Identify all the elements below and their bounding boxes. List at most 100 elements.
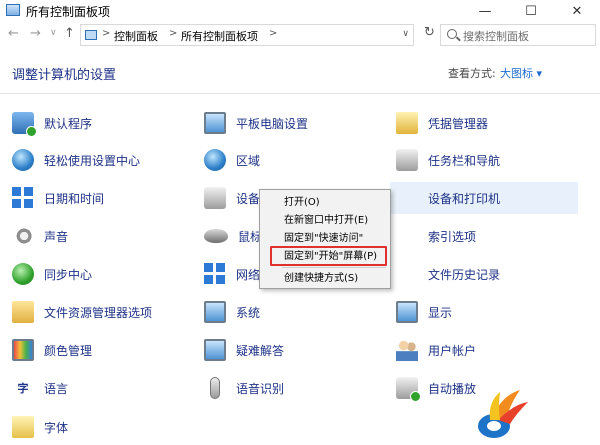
file-history-icon xyxy=(396,263,410,285)
breadcrumb-separator[interactable]: > xyxy=(169,28,177,39)
context-menu-create-shortcut[interactable]: 创建快捷方式(S) xyxy=(260,270,390,288)
refresh-icon[interactable]: ↻ xyxy=(424,25,435,40)
item-network[interactable]: 网络 xyxy=(204,258,260,290)
window-title: 所有控制面板项 xyxy=(26,5,111,19)
title-bar: 所有控制面板项 — ☐ ✕ xyxy=(0,0,600,22)
language-glyph: 字 xyxy=(17,382,29,395)
item-label: 显示 xyxy=(428,305,453,320)
context-menu-open[interactable]: 打开(O) xyxy=(260,194,390,212)
credential-manager-icon xyxy=(396,112,418,134)
display-icon xyxy=(396,301,418,323)
recent-locations-chevron-icon[interactable]: ∨ xyxy=(50,28,57,38)
item-label: 设备和打印机 xyxy=(428,191,501,206)
control-panel-icon xyxy=(6,4,20,16)
item-file-explorer-options[interactable]: 文件资源管理器选项 xyxy=(12,296,152,328)
item-language[interactable]: 字 语言 xyxy=(12,372,69,404)
maximize-button[interactable]: ☐ xyxy=(508,0,554,22)
address-dropdown-chevron-icon[interactable]: ∨ xyxy=(402,29,409,39)
item-device-manager[interactable]: 设备 xyxy=(204,182,260,214)
item-ease-of-access[interactable]: 轻松使用设置中心 xyxy=(12,144,140,176)
item-fonts[interactable]: 字体 xyxy=(12,411,68,443)
date-time-icon xyxy=(12,187,34,209)
sync-center-icon xyxy=(12,263,34,285)
breadcrumb-control-panel[interactable]: 控制面板 xyxy=(114,28,158,44)
item-taskbar-navigation[interactable]: 任务栏和导航 xyxy=(396,144,500,176)
taskbar-icon xyxy=(396,149,418,171)
up-arrow-icon[interactable]: ↑ xyxy=(64,26,75,41)
item-label: 默认程序 xyxy=(44,116,93,131)
item-credential-manager[interactable]: 凭据管理器 xyxy=(396,107,488,139)
content-header: 调整计算机的设置 查看方式: 大图标 ▾ xyxy=(0,48,600,94)
item-label: 网络 xyxy=(236,267,261,282)
item-label: 同步中心 xyxy=(44,267,93,282)
item-label: 用户帐户 xyxy=(428,343,477,358)
item-label: 凭据管理器 xyxy=(428,116,489,131)
item-region[interactable]: 区域 xyxy=(204,144,260,176)
sound-icon xyxy=(12,225,34,247)
user-accounts-icon xyxy=(396,339,418,361)
forward-arrow-icon[interactable]: → xyxy=(30,26,41,41)
search-input[interactable]: 搜索控制面板 xyxy=(440,24,596,46)
item-label: 自动播放 xyxy=(428,381,477,396)
item-devices-printers[interactable]: 设备和打印机 xyxy=(390,182,578,214)
item-display[interactable]: 显示 xyxy=(396,296,452,328)
item-tablet-settings[interactable]: 平板电脑设置 xyxy=(204,107,308,139)
tablet-settings-icon xyxy=(204,112,226,134)
back-arrow-icon[interactable]: ← xyxy=(8,26,19,41)
default-programs-icon xyxy=(12,112,37,137)
annotation-highlight-box xyxy=(270,246,387,266)
breadcrumb-all-items[interactable]: 所有控制面板项 xyxy=(181,28,258,44)
item-troubleshooting[interactable]: 疑难解答 xyxy=(204,334,284,366)
item-color-management[interactable]: 颜色管理 xyxy=(12,334,92,366)
item-system[interactable]: 系统 xyxy=(204,296,260,328)
language-icon: 字 xyxy=(12,377,34,399)
item-mouse[interactable]: 鼠标 xyxy=(204,220,262,252)
page-title: 调整计算机的设置 xyxy=(12,68,117,83)
speech-recognition-icon xyxy=(210,377,220,399)
view-by-dropdown[interactable]: 大图标 ▾ xyxy=(500,65,542,81)
item-sound[interactable]: 声音 xyxy=(12,220,68,252)
address-bar[interactable]: > 控制面板 > 所有控制面板项 > ∨ xyxy=(80,24,414,46)
fonts-icon xyxy=(12,416,34,438)
item-label: 颜色管理 xyxy=(44,343,93,358)
breadcrumb-separator[interactable]: > xyxy=(269,28,277,39)
device-manager-icon xyxy=(204,187,226,209)
minimize-button[interactable]: — xyxy=(462,0,508,22)
color-management-icon xyxy=(12,339,34,361)
item-label: 语音识别 xyxy=(236,381,285,396)
mouse-icon xyxy=(204,229,228,243)
context-menu: 打开(O) 在新窗口中打开(E) 固定到"快速访问" 固定到"开始"屏幕(P) … xyxy=(259,189,391,289)
indexing-options-icon xyxy=(396,225,410,247)
search-icon xyxy=(447,29,457,39)
file-explorer-options-icon xyxy=(12,301,34,323)
item-file-history[interactable]: 文件历史记录 xyxy=(396,258,500,290)
item-label: 疑难解答 xyxy=(236,343,285,358)
item-indexing-options[interactable]: 索引选项 xyxy=(396,220,476,252)
search-placeholder: 搜索控制面板 xyxy=(463,30,529,43)
item-label: 平板电脑设置 xyxy=(236,116,309,131)
item-label: 文件资源管理器选项 xyxy=(44,305,153,320)
ease-of-access-icon xyxy=(12,149,34,171)
context-menu-open-new-window[interactable]: 在新窗口中打开(E) xyxy=(260,212,390,230)
item-speech-recognition[interactable]: 语音识别 xyxy=(204,372,284,404)
item-label: 日期和时间 xyxy=(44,191,105,206)
autoplay-icon xyxy=(396,377,421,402)
devices-printers-icon xyxy=(396,187,410,209)
item-user-accounts[interactable]: 用户帐户 xyxy=(396,334,476,366)
system-icon xyxy=(204,301,226,323)
item-label: 语言 xyxy=(44,381,69,396)
item-label: 系统 xyxy=(236,305,261,320)
region-globe-icon xyxy=(204,149,226,171)
close-button[interactable]: ✕ xyxy=(554,0,600,22)
item-sync-center[interactable]: 同步中心 xyxy=(12,258,92,290)
item-label: 任务栏和导航 xyxy=(428,153,501,168)
item-autoplay[interactable]: 自动播放 xyxy=(396,372,476,404)
breadcrumb-separator[interactable]: > xyxy=(102,28,110,39)
item-label: 字体 xyxy=(44,420,69,435)
item-label: 区域 xyxy=(236,153,261,168)
item-default-programs[interactable]: 默认程序 xyxy=(12,107,92,139)
watermark-logo xyxy=(478,390,528,438)
item-label: 声音 xyxy=(44,229,69,244)
item-date-time[interactable]: 日期和时间 xyxy=(12,182,104,214)
network-icon xyxy=(204,263,226,285)
